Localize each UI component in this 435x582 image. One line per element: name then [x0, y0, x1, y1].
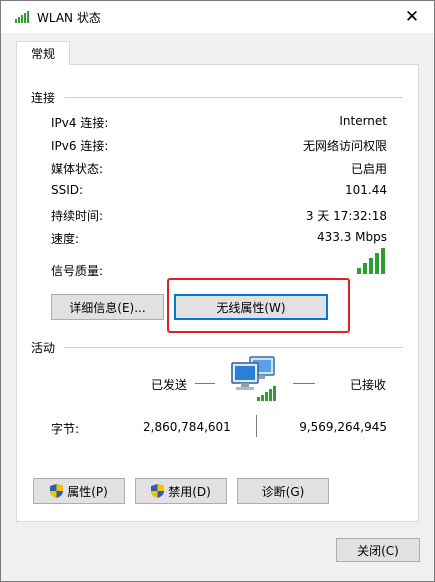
signal-bar — [369, 258, 373, 274]
connection-divider — [65, 97, 403, 98]
sent-line — [195, 383, 215, 384]
disable-button-label: 禁用(D) — [168, 484, 211, 499]
received-line — [293, 383, 315, 384]
bytes-received-value: 9,569,264,945 — [299, 420, 387, 434]
signal-strength-icon — [357, 248, 385, 274]
close-icon[interactable]: ✕ — [390, 1, 434, 33]
wifi-signal-icon — [15, 11, 29, 23]
details-button[interactable]: 详细信息(E)... — [51, 294, 164, 320]
bytes-separator — [256, 415, 257, 437]
signal-bar — [375, 253, 379, 274]
speed-label: 速度: — [51, 232, 80, 246]
activity-divider — [65, 347, 403, 348]
received-label: 已接收 — [350, 378, 387, 392]
network-computers-icon — [231, 356, 276, 401]
disable-button[interactable]: 禁用(D) — [135, 478, 227, 504]
ipv6-value: 无网络访问权限 — [302, 139, 387, 153]
sent-label: 已发送 — [151, 378, 188, 392]
signal-bar — [381, 248, 385, 274]
shield-icon — [50, 484, 64, 498]
duration-value: 3 天 17:32:18 — [305, 209, 387, 223]
shield-icon — [151, 484, 165, 498]
ipv6-label: IPv6 连接: — [51, 139, 109, 153]
wlan-status-dialog: WLAN 状态 ✕ 常规 连接 IPv4 连接: Internet IPv6 连… — [0, 0, 435, 582]
properties-button[interactable]: 属性(P) — [33, 478, 125, 504]
bytes-sent-value: 2,860,784,601 — [143, 420, 231, 434]
window-title: WLAN 状态 — [37, 11, 101, 25]
signal-bar — [357, 268, 361, 274]
diagnose-button[interactable]: 诊断(G) — [237, 478, 329, 504]
media-state-label: 媒体状态: — [51, 162, 104, 176]
bytes-label: 字节: — [51, 422, 80, 436]
activity-group-title: 活动 — [31, 341, 56, 355]
ssid-value: 101.44 — [345, 183, 387, 197]
duration-label: 持续时间: — [51, 209, 104, 223]
speed-value: 433.3 Mbps — [316, 230, 387, 244]
title-bar: WLAN 状态 ✕ — [1, 1, 434, 33]
properties-button-label: 属性(P) — [67, 484, 108, 499]
media-state-value: 已启用 — [350, 162, 387, 176]
ssid-label: SSID: — [51, 183, 84, 197]
signal-quality-label: 信号质量: — [51, 264, 104, 278]
highlight-annotation — [167, 278, 350, 333]
signal-bar — [363, 263, 367, 274]
connection-group-title: 连接 — [31, 91, 56, 105]
ipv4-value: Internet — [339, 114, 387, 128]
ipv4-label: IPv4 连接: — [51, 116, 109, 130]
general-panel: 连接 IPv4 连接: Internet IPv6 连接: 无网络访问权限 媒体… — [16, 64, 419, 522]
tab-general[interactable]: 常规 — [16, 41, 70, 65]
close-button[interactable]: 关闭(C) — [336, 538, 420, 562]
